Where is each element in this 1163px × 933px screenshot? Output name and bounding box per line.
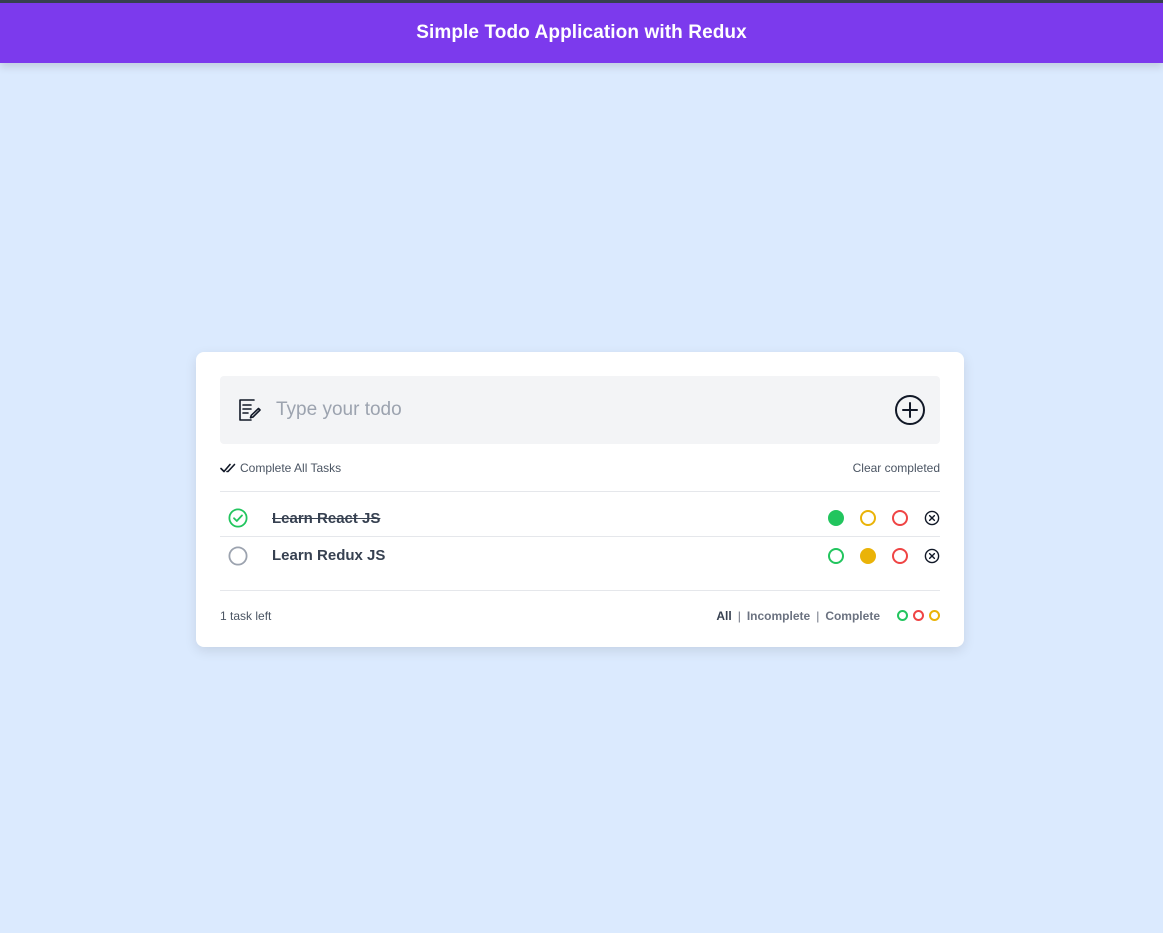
status-filters: All | Incomplete | Complete xyxy=(716,609,940,623)
todo-input[interactable] xyxy=(276,390,894,430)
complete-all-button[interactable]: Complete All Tasks xyxy=(220,461,341,475)
filter-all[interactable]: All xyxy=(716,609,731,623)
filter-color-green[interactable] xyxy=(897,610,908,621)
todo-list: Learn React JS Learn Redux JS xyxy=(220,492,940,574)
todo-text: Learn React JS xyxy=(272,509,381,527)
todo-input-bar xyxy=(220,376,940,444)
todo-card: Complete All Tasks Clear completed Learn… xyxy=(196,352,964,647)
plus-circle-icon[interactable] xyxy=(894,394,926,426)
app-header: Simple Todo Application with Redux xyxy=(0,3,1163,63)
tasks-left-count: 1 task left xyxy=(220,608,272,623)
todo-footer: 1 task left All | Incomplete | Complete xyxy=(220,590,940,640)
completed-check-icon[interactable] xyxy=(228,508,248,528)
x-circle-icon[interactable] xyxy=(924,548,940,564)
x-circle-icon[interactable] xyxy=(924,510,940,526)
color-red-dot[interactable] xyxy=(892,547,908,564)
note-edit-icon xyxy=(236,397,262,423)
filter-separator: | xyxy=(816,608,820,623)
todo-color-picker xyxy=(812,547,940,564)
filter-incomplete[interactable]: Incomplete xyxy=(747,609,810,623)
filter-complete[interactable]: Complete xyxy=(825,609,880,623)
clear-completed-button[interactable]: Clear completed xyxy=(853,461,940,475)
color-yellow-dot[interactable] xyxy=(860,547,876,564)
filter-color-red[interactable] xyxy=(913,610,924,621)
bulk-actions-bar: Complete All Tasks Clear completed xyxy=(220,444,940,492)
todo-item: Learn React JS xyxy=(220,500,940,537)
color-yellow-dot[interactable] xyxy=(860,510,876,526)
double-check-icon xyxy=(220,462,236,474)
complete-all-label: Complete All Tasks xyxy=(240,460,342,475)
incomplete-circle-icon[interactable] xyxy=(228,545,248,566)
filter-color-yellow[interactable] xyxy=(929,610,940,621)
todo-text: Learn Redux JS xyxy=(272,547,386,564)
app-title: Simple Todo Application with Redux xyxy=(416,22,747,43)
todo-color-picker xyxy=(812,510,940,526)
color-green-dot[interactable] xyxy=(828,547,844,564)
todo-item: Learn Redux JS xyxy=(220,537,940,574)
color-filters xyxy=(892,610,940,621)
color-red-dot[interactable] xyxy=(892,510,908,526)
filter-separator: | xyxy=(737,608,741,623)
color-green-dot[interactable] xyxy=(828,510,844,526)
